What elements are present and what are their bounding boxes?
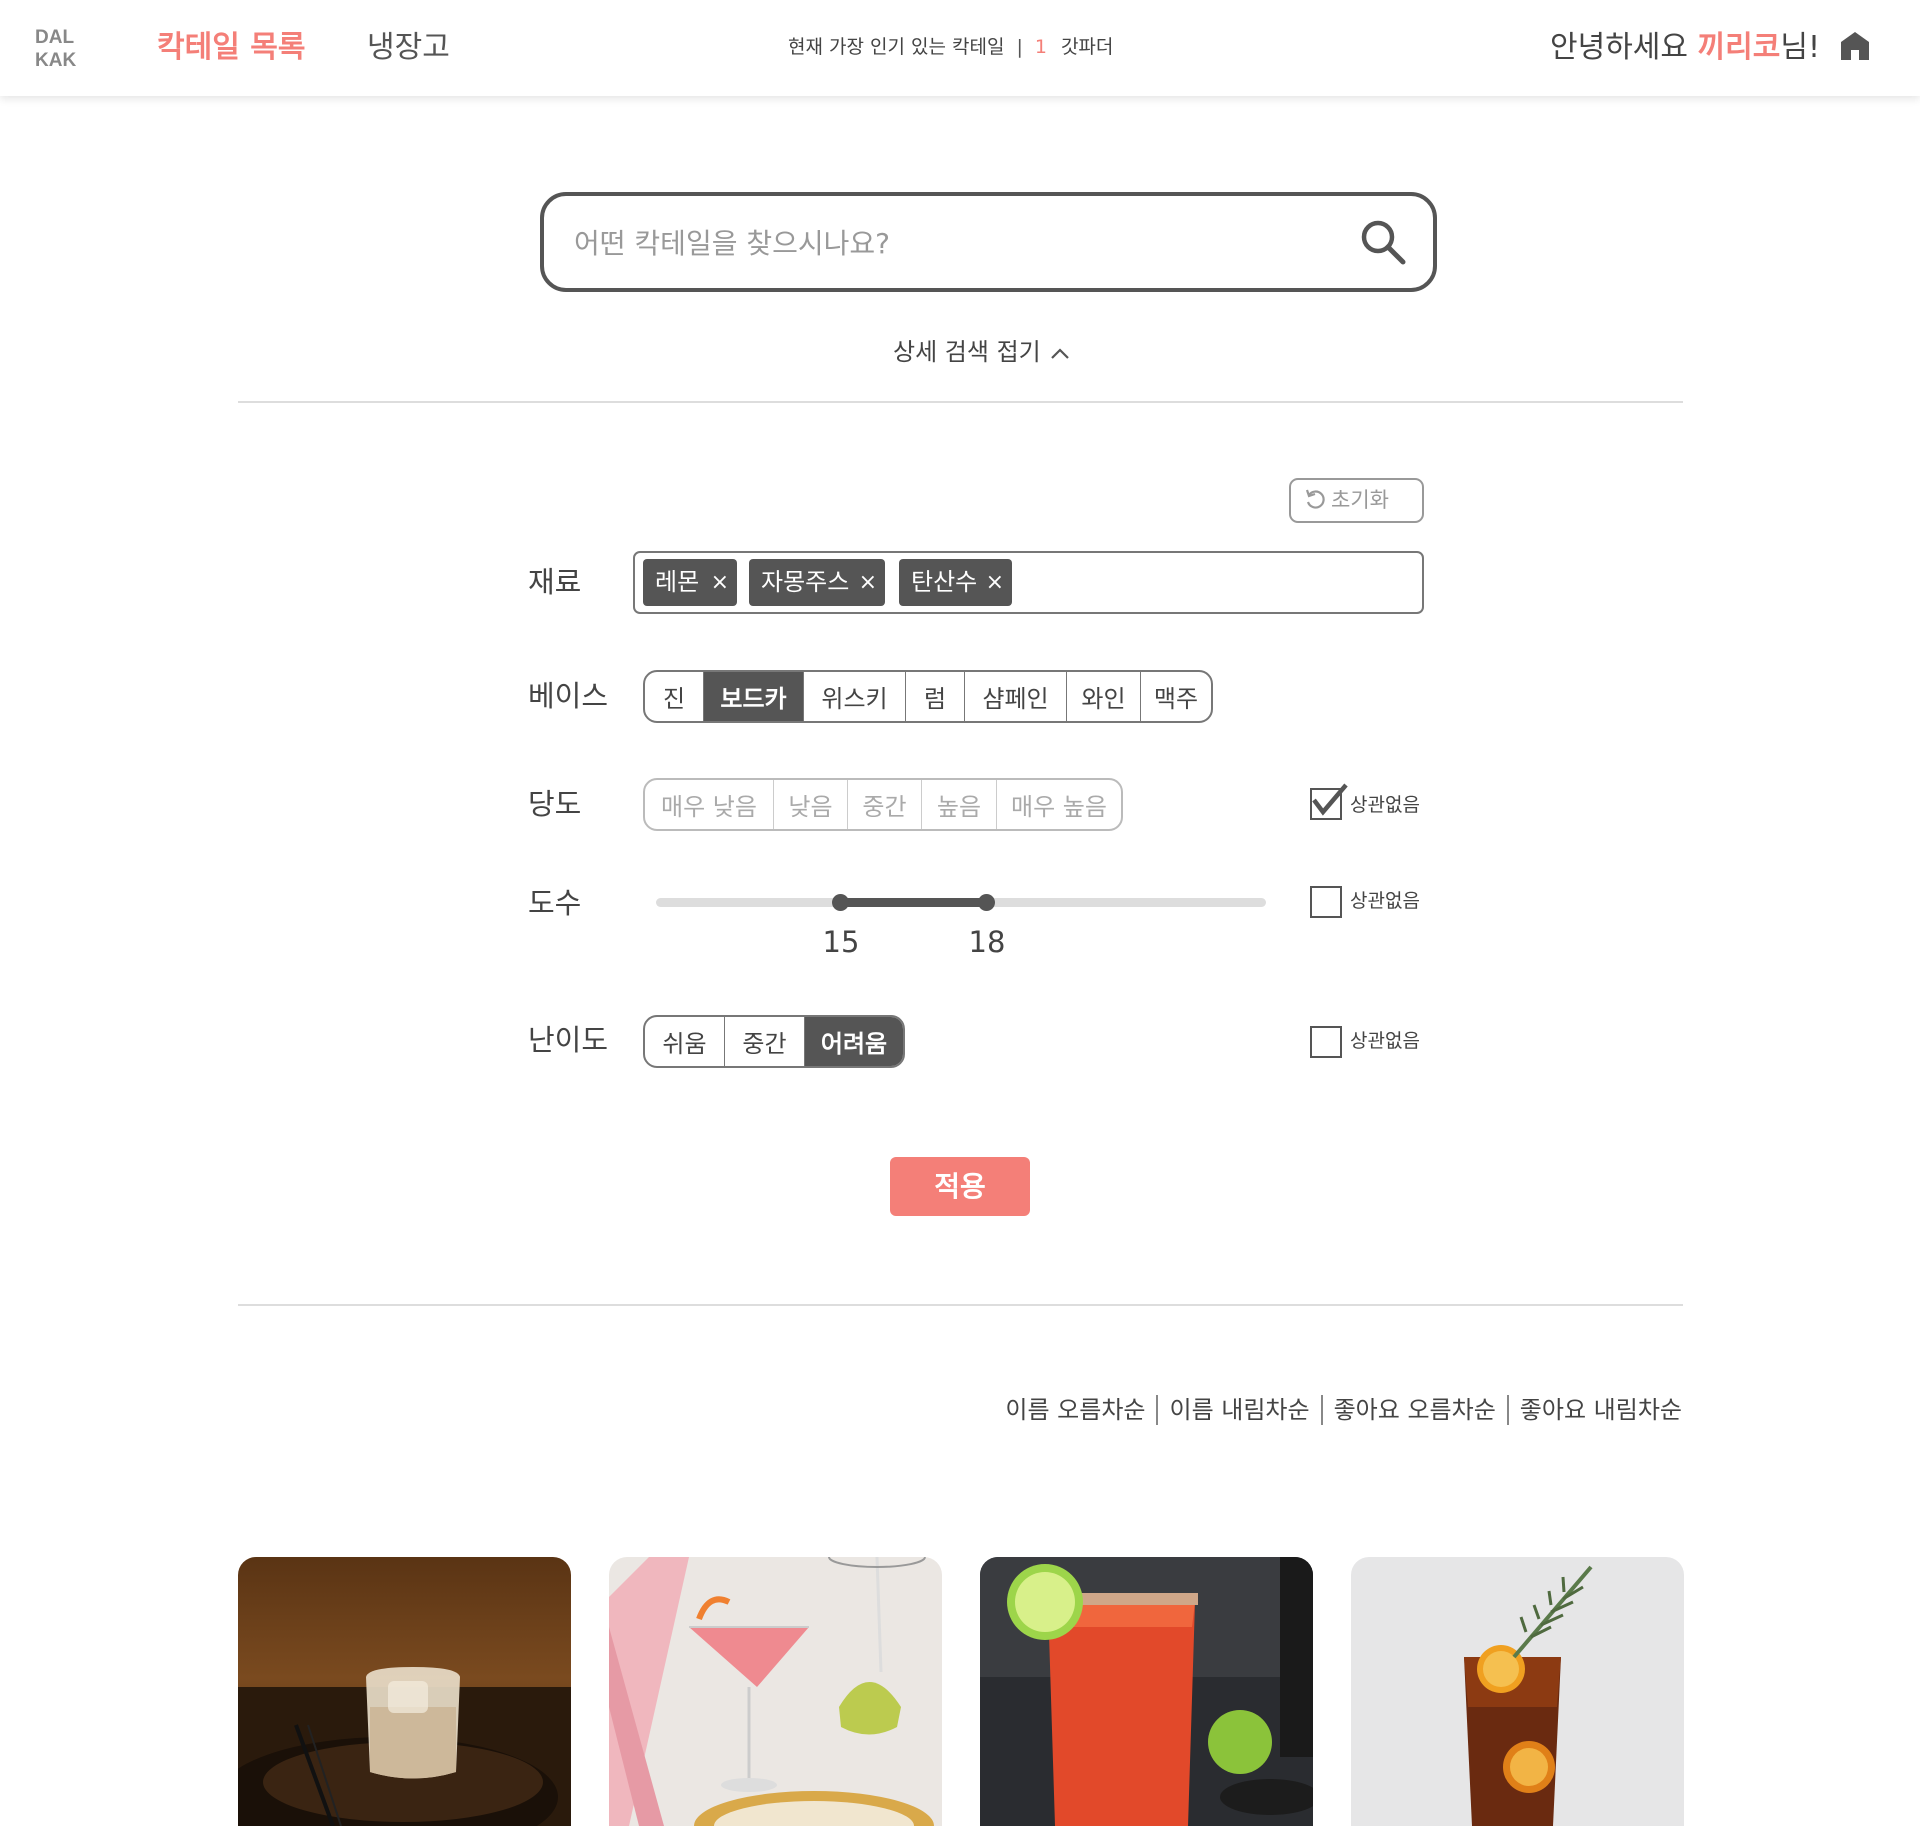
sweetness-option-medium[interactable]: 중간 (848, 780, 922, 829)
cocktail-image (238, 1557, 571, 1826)
cocktail-card[interactable] (1351, 1557, 1684, 1826)
reset-label: 초기화 (1331, 488, 1389, 512)
base-option-champagne[interactable]: 샴페인 (965, 672, 1067, 721)
difficulty-option-hard[interactable]: 어려움 (805, 1017, 903, 1066)
base-option-gin[interactable]: 진 (645, 672, 704, 721)
user-greeting: 안녕하세요 끼리코님! (1550, 28, 1820, 68)
difficulty-option-medium[interactable]: 중간 (725, 1017, 805, 1066)
chevron-up-icon (1050, 348, 1069, 359)
popular-name: 갓파더 (1060, 36, 1114, 58)
sweetness-option-high[interactable]: 높음 (922, 780, 997, 829)
base-label: 베이스 (528, 679, 609, 713)
base-selector: 진 보드카 위스키 럼 샴페인 와인 맥주 (643, 670, 1213, 723)
abv-max-value: 18 (968, 925, 1006, 959)
cocktail-image (980, 1557, 1313, 1826)
divider-top (238, 401, 1683, 403)
nav-fridge[interactable]: 냉장고 (367, 28, 450, 68)
sort-name-desc[interactable]: 이름 내림차순 (1169, 1392, 1309, 1428)
ingredient-tag-label: 탄산수 (911, 568, 978, 596)
sort-separator (1506, 1395, 1509, 1425)
sort-separator (1320, 1395, 1323, 1425)
cocktail-image (1351, 1557, 1684, 1826)
base-option-vodka[interactable]: 보드카 (704, 672, 804, 721)
abv-any-label: 상관없음 (1350, 890, 1420, 912)
logo-line1: DAL (35, 27, 75, 48)
apply-button[interactable]: 적용 (890, 1157, 1030, 1216)
difficulty-any-checkbox[interactable] (1310, 1026, 1342, 1058)
home-icon[interactable] (1839, 30, 1871, 62)
popular-cocktail-banner[interactable]: 현재 가장 인기 있는 칵테일 | 1 갓파더 (788, 34, 1113, 60)
advanced-search-label: 상세 검색 접기 (893, 338, 1041, 366)
abv-min-handle[interactable] (832, 894, 849, 911)
difficulty-any-label: 상관없음 (1350, 1030, 1420, 1052)
search-bar (540, 192, 1437, 292)
sort-separator (1156, 1395, 1159, 1425)
difficulty-label: 난이도 (528, 1023, 609, 1057)
ingredient-tag: 자몽주스 × (749, 559, 885, 606)
ingredient-tag: 레몬 × (643, 559, 737, 606)
ingredient-tag: 탄산수 × (899, 559, 1012, 606)
cocktail-card[interactable] (980, 1557, 1313, 1826)
base-option-wine[interactable]: 와인 (1067, 672, 1141, 721)
sweetness-option-very-high[interactable]: 매우 높음 (997, 780, 1121, 829)
sort-likes-asc[interactable]: 좋아요 오름차순 (1334, 1392, 1496, 1428)
abv-max-handle[interactable] (978, 894, 995, 911)
sweetness-option-low[interactable]: 낮음 (774, 780, 848, 829)
ingredients-tag-input[interactable]: 레몬 × 자몽주스 × 탄산수 × (633, 551, 1424, 614)
sort-name-asc[interactable]: 이름 오름차순 (1005, 1392, 1145, 1428)
popular-label: 현재 가장 인기 있는 칵테일 (788, 36, 1005, 58)
nav-cocktail-list[interactable]: 칵테일 목록 (157, 28, 305, 68)
ingredient-tag-label: 자몽주스 (761, 568, 850, 596)
sort-options: 이름 오름차순 이름 내림차순 좋아요 오름차순 좋아요 내림차순 (1005, 1392, 1682, 1428)
checkmark-icon (1312, 783, 1348, 816)
divider-bottom (238, 1304, 1683, 1306)
search-input[interactable] (574, 216, 1334, 270)
difficulty-selector: 쉬움 중간 어려움 (643, 1015, 905, 1068)
abv-min-value: 15 (822, 925, 860, 959)
logo-line2: KAK (35, 50, 77, 71)
reset-icon (1305, 489, 1325, 509)
cocktail-image (609, 1557, 942, 1826)
cocktail-card[interactable] (609, 1557, 942, 1826)
sweetness-label: 당도 (528, 787, 582, 821)
ingredient-tag-label: 레몬 (655, 568, 700, 596)
advanced-search-toggle[interactable]: 상세 검색 접기 (893, 334, 1071, 370)
remove-tag-icon[interactable]: × (859, 559, 877, 606)
abv-any-checkbox[interactable] (1310, 886, 1342, 918)
username: 끼리코 (1697, 30, 1781, 65)
abv-label: 도수 (528, 886, 582, 920)
base-option-whiskey[interactable]: 위스키 (804, 672, 906, 721)
base-option-beer[interactable]: 맥주 (1141, 672, 1211, 721)
difficulty-option-easy[interactable]: 쉬움 (645, 1017, 725, 1066)
base-option-rum[interactable]: 럼 (906, 672, 965, 721)
greeting-suffix: 님! (1780, 30, 1820, 65)
greeting-prefix: 안녕하세요 (1550, 30, 1698, 65)
ingredients-label: 재료 (528, 565, 582, 599)
search-icon[interactable] (1359, 218, 1407, 266)
remove-tag-icon[interactable]: × (986, 559, 1004, 606)
sweetness-selector: 매우 낮음 낮음 중간 높음 매우 높음 (643, 778, 1123, 831)
sweetness-any-label: 상관없음 (1350, 794, 1420, 816)
sort-likes-desc[interactable]: 좋아요 내림차순 (1520, 1392, 1682, 1428)
remove-tag-icon[interactable]: × (711, 559, 729, 606)
sweetness-any-checkbox[interactable] (1310, 783, 1348, 820)
popular-rank: 1 (1034, 36, 1047, 58)
reset-button[interactable]: 초기화 (1289, 478, 1424, 523)
popular-separator: | (1016, 36, 1023, 58)
sweetness-option-very-low[interactable]: 매우 낮음 (645, 780, 774, 829)
top-navbar: DAL KAK 칵테일 목록 냉장고 현재 가장 인기 있는 칵테일 | 1 갓파더 … (0, 0, 1920, 96)
logo[interactable]: DAL KAK (35, 26, 76, 72)
abv-slider-range (841, 898, 986, 907)
cocktail-card[interactable] (238, 1557, 571, 1826)
